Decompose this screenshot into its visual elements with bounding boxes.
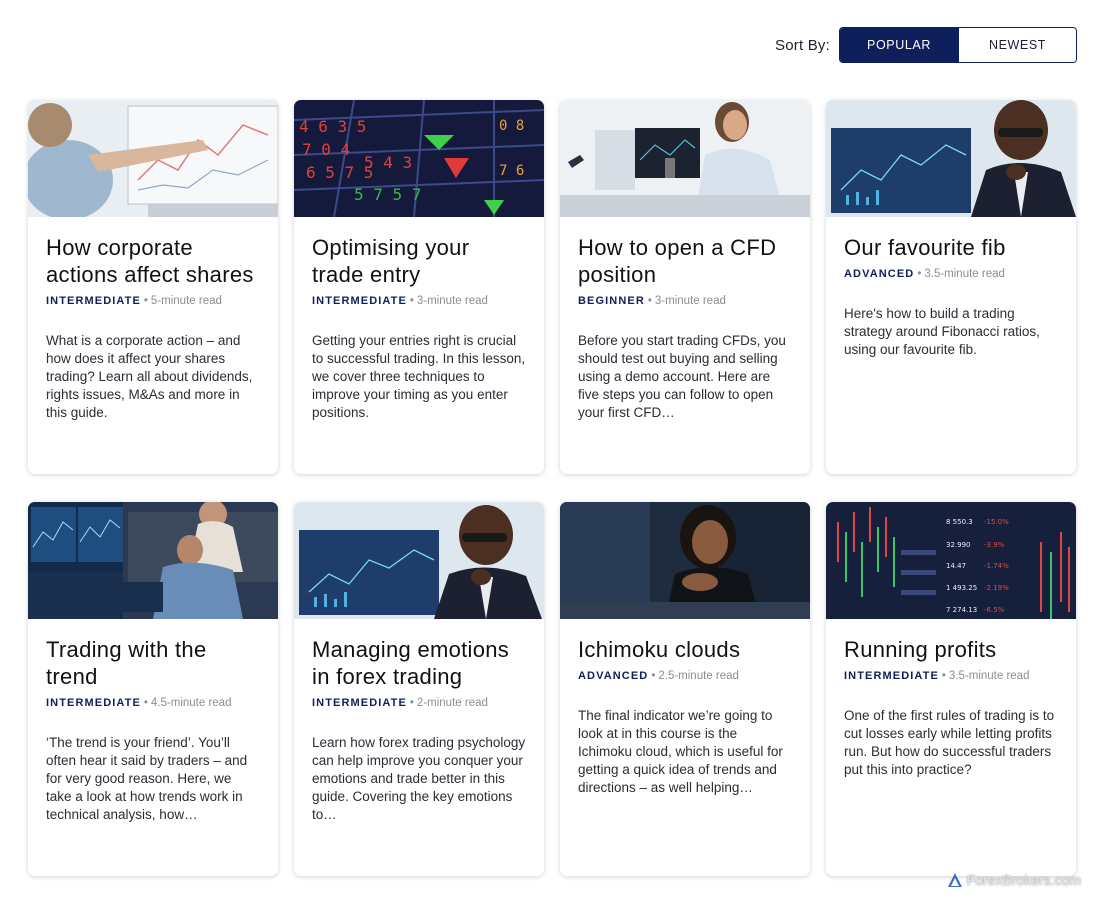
article-title[interactable]: Our favourite fib <box>844 234 1058 261</box>
read-time: 3-minute read <box>654 295 726 307</box>
article-image <box>28 100 278 217</box>
article-description: Learn how forex trading psychology can h… <box>312 735 526 822</box>
article-meta: INTERMEDIATE • 4.5-minute read <box>46 695 260 711</box>
watermark: ForexBrokers.com <box>947 872 1081 888</box>
level-badge: INTERMEDIATE <box>46 295 141 307</box>
svg-text:7 274.13: 7 274.13 <box>946 606 977 614</box>
article-image <box>826 100 1076 217</box>
article-description: Here's how to build a trading strategy a… <box>844 306 1040 357</box>
svg-text:-3.9%: -3.9% <box>984 541 1005 549</box>
sort-popular-button[interactable]: POPULAR <box>840 28 958 62</box>
meta-separator: • <box>917 268 922 280</box>
article-description: ‘The trend is your friend’. You’ll often… <box>46 735 248 822</box>
svg-text:-2.19%: -2.19% <box>984 584 1009 592</box>
article-grid: How corporate actions affect shares INTE… <box>28 100 1076 876</box>
meta-separator: • <box>647 295 652 307</box>
article-image: 8 550.3 -15.0% 32.990 -3.9% 14.47 -1.74% 1 … <box>826 502 1076 619</box>
article-title[interactable]: How corporate actions affect shares <box>46 234 260 288</box>
article-image <box>560 502 810 619</box>
article-image <box>560 100 810 217</box>
svg-text:7 0 4: 7 0 4 <box>302 140 350 159</box>
meta-separator: • <box>409 697 414 709</box>
article-title[interactable]: Managing emotions in forex trading <box>312 636 526 690</box>
article-card[interactable]: Managing emotions in forex trading INTER… <box>294 502 544 876</box>
article-meta: BEGINNER • 3-minute read <box>578 293 792 309</box>
svg-text:4 6 3 5: 4 6 3 5 <box>299 117 366 136</box>
article-meta: ADVANCED • 2.5-minute read <box>578 668 792 684</box>
forexbrokers-logo-icon <box>947 873 962 887</box>
svg-text:32.990: 32.990 <box>946 541 971 549</box>
svg-text:5 7 5 7: 5 7 5 7 <box>354 185 421 204</box>
article-card[interactable]: Our favourite fib ADVANCED • 3.5-minute re… <box>826 100 1076 474</box>
svg-text:1 493.25: 1 493.25 <box>946 584 977 592</box>
svg-text:-1.74%: -1.74% <box>984 562 1009 570</box>
read-time: 3.5-minute read <box>924 268 1005 280</box>
article-meta: ADVANCED • 3.5-minute read <box>844 266 1058 282</box>
svg-text:0 8: 0 8 <box>499 118 524 134</box>
level-badge: BEGINNER <box>578 295 645 307</box>
svg-text:5 4 3: 5 4 3 <box>364 153 412 172</box>
article-meta: INTERMEDIATE • 3-minute read <box>312 293 526 309</box>
sort-toggle-group: POPULAR NEWEST <box>839 27 1077 63</box>
article-title[interactable]: Trading with the trend <box>46 636 260 690</box>
svg-text:8 550.3: 8 550.3 <box>946 518 973 526</box>
read-time: 4.5-minute read <box>150 697 232 709</box>
article-image <box>294 502 544 619</box>
article-image: 4 6 3 5 7 0 4 6 5 7 5 5 4 3 5 7 5 7 0 8 … <box>294 100 544 217</box>
article-card[interactable]: 4 6 3 5 7 0 4 6 5 7 5 5 4 3 5 7 5 7 0 8 … <box>294 100 544 474</box>
article-description: The final indicator we’re going to look … <box>578 708 783 795</box>
article-title[interactable]: Ichimoku clouds <box>578 636 792 663</box>
article-description: Getting your entries right is crucial to… <box>312 333 526 420</box>
article-image <box>28 502 278 619</box>
level-badge: INTERMEDIATE <box>312 697 407 709</box>
sort-newest-button[interactable]: NEWEST <box>958 28 1076 62</box>
meta-separator: • <box>409 295 414 307</box>
article-description: Before you start trading CFDs, you shoul… <box>578 333 786 420</box>
article-title[interactable]: Running profits <box>844 636 1058 663</box>
article-description: What is a corporate action – and how doe… <box>46 333 253 420</box>
level-badge: INTERMEDIATE <box>312 295 407 307</box>
level-badge: ADVANCED <box>578 670 649 682</box>
sort-bar: Sort By: POPULAR NEWEST <box>775 27 1077 63</box>
article-description: One of the first rules of trading is to … <box>844 708 1055 777</box>
article-meta: INTERMEDIATE • 3.5-minute read <box>844 668 1058 684</box>
sort-label: Sort By: <box>775 36 830 54</box>
article-card[interactable]: Trading with the trend INTERMEDIATE • 4.5-… <box>28 502 278 876</box>
level-badge: INTERMEDIATE <box>844 670 939 682</box>
meta-separator: • <box>143 295 148 307</box>
read-time: 5-minute read <box>150 295 222 307</box>
svg-text:7 6: 7 6 <box>499 163 524 179</box>
read-time: 3-minute read <box>416 295 488 307</box>
article-title[interactable]: Optimising your trade entry <box>312 234 526 288</box>
article-card[interactable]: 8 550.3 -15.0% 32.990 -3.9% 14.47 -1.74% 1 … <box>826 502 1076 876</box>
article-meta: INTERMEDIATE • 5-minute read <box>46 293 260 309</box>
level-badge: ADVANCED <box>844 268 915 280</box>
watermark-text: ForexBrokers.com <box>966 872 1081 888</box>
level-badge: INTERMEDIATE <box>46 697 141 709</box>
article-card[interactable]: How corporate actions affect shares INTE… <box>28 100 278 474</box>
article-card[interactable]: How to open a CFD position BEGINNER • 3-mi… <box>560 100 810 474</box>
article-card[interactable]: Ichimoku clouds ADVANCED • 2.5-minute read… <box>560 502 810 876</box>
svg-text:-15.0%: -15.0% <box>984 518 1009 526</box>
svg-text:14.47: 14.47 <box>946 562 966 570</box>
meta-separator: • <box>651 670 656 682</box>
article-title[interactable]: How to open a CFD position <box>578 234 792 288</box>
meta-separator: • <box>941 670 946 682</box>
read-time: 2-minute read <box>416 697 488 709</box>
meta-separator: • <box>143 697 148 709</box>
svg-text:-6.5%: -6.5% <box>984 606 1005 614</box>
article-meta: INTERMEDIATE • 2-minute read <box>312 695 526 711</box>
read-time: 2.5-minute read <box>658 670 739 682</box>
read-time: 3.5-minute read <box>948 670 1030 682</box>
